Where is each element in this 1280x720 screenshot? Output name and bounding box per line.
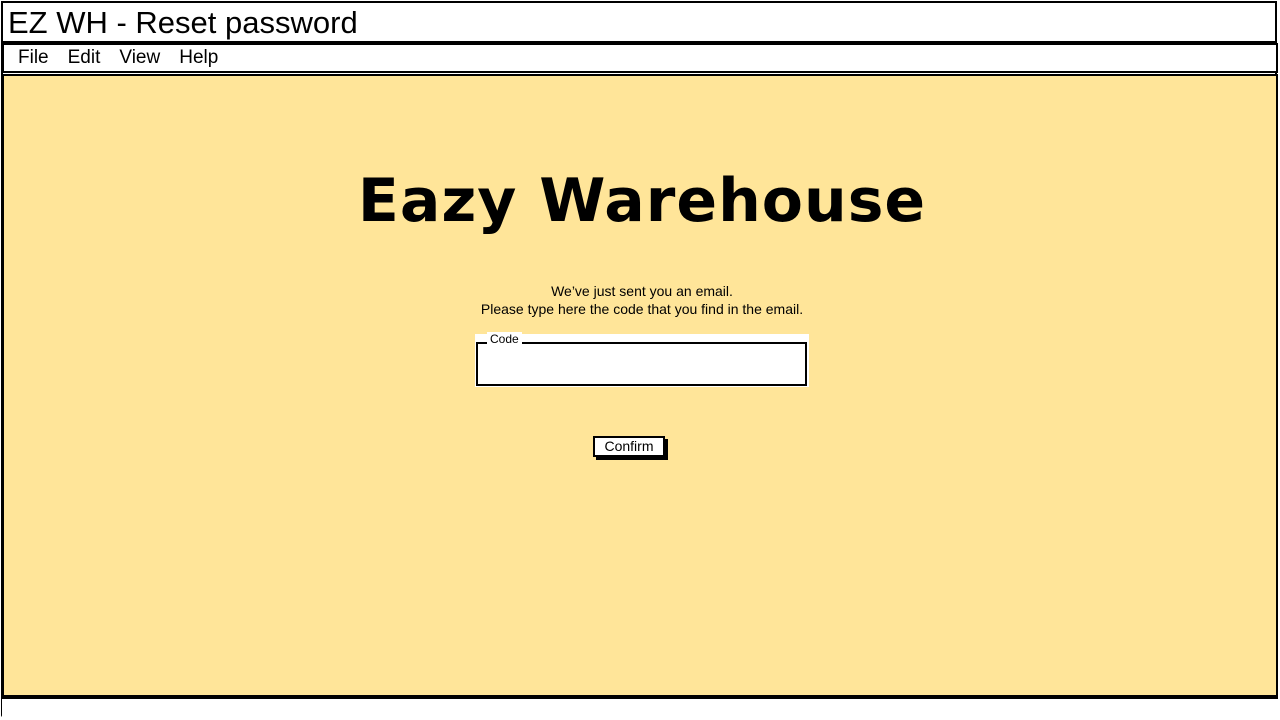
main-content: Eazy Warehouse We’ve just sent you an em…	[2, 74, 1278, 697]
menu-item-help[interactable]: Help	[179, 47, 218, 69]
message-line-1: We’ve just sent you an email.	[551, 283, 733, 299]
confirm-button[interactable]: Confirm	[593, 436, 665, 457]
menu-item-file[interactable]: File	[18, 47, 49, 69]
instruction-message: We’ve just sent you an email. Please typ…	[4, 282, 1280, 318]
code-input[interactable]	[482, 348, 804, 382]
title-bar: EZ WH - Reset password	[1, 1, 1277, 43]
code-field-label: Code	[487, 332, 522, 346]
menu-item-view[interactable]: View	[119, 47, 160, 69]
app-title: Eazy Warehouse	[357, 166, 927, 236]
code-field-group: Code	[475, 332, 809, 387]
menu-bar: File Edit View Help	[2, 43, 1278, 73]
status-bar	[2, 697, 1278, 718]
message-line-2: Please type here the code that you find …	[480, 301, 804, 317]
window-title: EZ WH - Reset password	[8, 5, 358, 40]
menu-item-edit[interactable]: Edit	[68, 47, 101, 69]
code-field-box	[476, 342, 807, 386]
